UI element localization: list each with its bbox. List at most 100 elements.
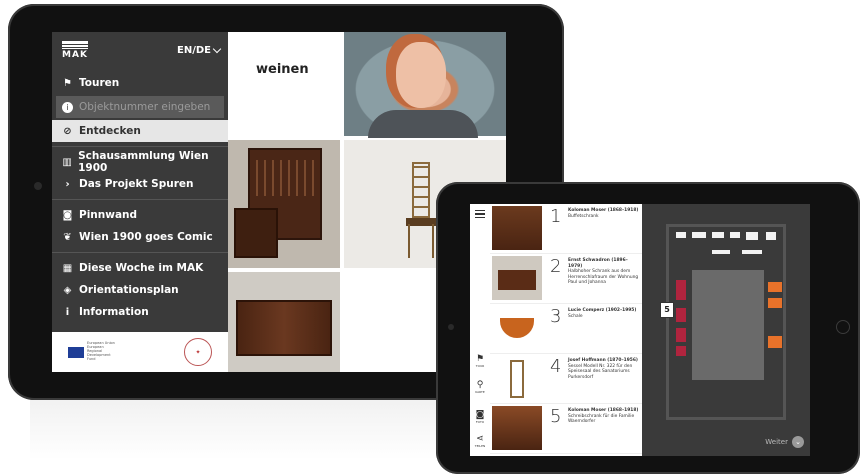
next-label: Weiter xyxy=(765,438,788,446)
room-highlight-orange xyxy=(768,298,782,308)
portrait-sweater xyxy=(368,110,478,138)
stop-desc: Halbhoher Schrank aus dem Herrenschlafra… xyxy=(568,269,639,286)
tablet-landscape-front: ⚑ TOUR ⚲ KARTE ◙ FOTO ⋖ TEILEN 1 Koloman… xyxy=(436,182,860,474)
rail-map-button[interactable]: ⚲ KARTE xyxy=(472,380,488,394)
room xyxy=(712,232,724,238)
nav-item-orientationsplan[interactable]: ◈ Orientationsplan xyxy=(52,279,228,301)
tour-stop[interactable]: 3 Lucie Comperz (1902–1995) Schale xyxy=(490,304,642,354)
pin-icon: ⚲ xyxy=(476,380,484,390)
next-button[interactable]: Weiter ⌄ xyxy=(765,436,804,448)
rail-photo-button[interactable]: ◙ FOTO xyxy=(472,410,488,424)
stop-number: 3 xyxy=(550,306,562,327)
sideboard-shape xyxy=(236,300,332,356)
camera-icon: ◙ xyxy=(475,410,485,420)
atrium xyxy=(692,270,764,380)
discover-headline: weinen xyxy=(256,62,309,77)
stop-title: Ernst Schwadron (1896–1979) xyxy=(568,258,628,269)
stop-text: Koloman Moser (1868–1918) Buffetschrank xyxy=(568,208,640,219)
object-number-input[interactable]: i Objektnummer eingeben xyxy=(56,96,224,118)
nav-item-label: Diese Woche im MAK xyxy=(79,262,204,274)
nav-group-collection: ▥ Schausammlung Wien 1900 › Das Projekt … xyxy=(52,147,228,200)
nav-item-comic[interactable]: ❦ Wien 1900 goes Comic xyxy=(52,226,228,248)
room xyxy=(730,232,740,238)
room xyxy=(746,232,758,240)
nav-item-label: Orientationsplan xyxy=(79,284,179,296)
room xyxy=(692,232,706,238)
stop-thumbnail xyxy=(492,306,542,350)
floor-plan-map[interactable]: 5 Weiter ⌄ xyxy=(642,204,810,456)
rail-label: TOUR xyxy=(475,364,485,368)
flag-icon: ⚑ xyxy=(475,354,485,364)
stop-number: 1 xyxy=(550,206,562,227)
mak-logo[interactable]: MAK xyxy=(62,40,88,60)
stop-desc: Schreibschrank für die Familie Waerndorf… xyxy=(568,413,635,425)
mak-logo-text: MAK xyxy=(62,47,88,60)
nav-item-projekt-spuren[interactable]: › Das Projekt Spuren xyxy=(52,173,228,195)
tour-stop[interactable]: 1 Koloman Moser (1868–1918) Buffetschrank xyxy=(490,204,642,254)
stop-text: Lucie Comperz (1902–1995) Schale xyxy=(568,308,640,319)
nav-item-diese-woche[interactable]: ▦ Diese Woche im MAK xyxy=(52,257,228,279)
nav-group-info: ▦ Diese Woche im MAK ◈ Orientationsplan … xyxy=(52,253,228,327)
tour-stop[interactable]: 4 Josef Hoffmann (1870–1956) Sessel Model… xyxy=(490,354,642,404)
room-highlight-red xyxy=(676,328,686,342)
stop-desc: Buffetschrank xyxy=(568,213,599,219)
nav-group-social: ◙ Pinnwand ❦ Wien 1900 goes Comic xyxy=(52,200,228,253)
layers-icon: ◈ xyxy=(63,284,72,296)
portrait-image[interactable] xyxy=(344,32,506,138)
stop-thumbnail xyxy=(492,206,542,250)
room-highlight-orange xyxy=(768,336,782,348)
nav-item-label: Schausammlung Wien 1900 xyxy=(78,150,209,174)
info-icon: i xyxy=(65,306,70,318)
room-highlight-orange xyxy=(768,282,782,292)
nav-item-label: Entdecken xyxy=(79,125,141,137)
rail-share-button[interactable]: ⋖ TEILEN xyxy=(472,434,488,448)
language-switcher[interactable]: EN/DE xyxy=(177,44,222,56)
room-highlight-red xyxy=(676,280,686,300)
stop-text: Josef Hoffmann (1870–1956) Sessel Modell … xyxy=(568,358,640,380)
info-circle-icon: i xyxy=(62,101,73,113)
room xyxy=(742,250,762,254)
nav-item-label: Pinnwand xyxy=(79,209,138,221)
bird-icon: ❦ xyxy=(63,231,72,243)
chevron-right-icon: › xyxy=(65,178,70,190)
eu-fund-text: European Union European Regional Develop… xyxy=(87,341,115,361)
portrait-face xyxy=(396,42,446,108)
chevron-down-icon: ⌄ xyxy=(792,436,804,448)
language-label: EN/DE xyxy=(177,44,211,56)
stop-number: 2 xyxy=(550,256,562,277)
stop-desc: Schale xyxy=(568,313,583,319)
stop-number: 4 xyxy=(550,356,562,377)
sideboard-image[interactable] xyxy=(228,272,340,372)
nav-item-information[interactable]: i Information xyxy=(52,301,228,323)
cabinet-image[interactable] xyxy=(228,140,340,268)
camera-icon: ◙ xyxy=(62,209,73,221)
rail-label: FOTO xyxy=(475,420,485,424)
nav-item-pinnwand[interactable]: ◙ Pinnwand xyxy=(52,204,228,226)
nav-item-touren[interactable]: ⚑ Touren xyxy=(52,72,228,94)
stop-desc: Sessel Modell Nr. 322 für den Speisesaal… xyxy=(568,363,633,380)
tour-stop[interactable]: 2 Ernst Schwadron (1896–1979) Halbhoher S… xyxy=(490,254,642,304)
room xyxy=(766,232,776,240)
map-marker[interactable]: 5 xyxy=(660,302,674,318)
sidebar-header: MAK EN/DE xyxy=(52,32,228,68)
tablet-camera xyxy=(448,324,454,330)
room-highlight-red xyxy=(676,308,686,322)
nav-item-entdecken[interactable]: ⊘ Entdecken xyxy=(52,120,228,142)
nav-item-schausammlung[interactable]: ▥ Schausammlung Wien 1900 xyxy=(52,150,228,174)
armchair-shape xyxy=(234,208,278,258)
nav-item-label: Touren xyxy=(79,77,120,89)
tour-screen: ⚑ TOUR ⚲ KARTE ◙ FOTO ⋖ TEILEN 1 Koloman… xyxy=(470,204,810,456)
stop-thumbnail xyxy=(492,256,542,300)
stop-text: Koloman Moser (1868–1918) Schreibschrank … xyxy=(568,408,640,425)
calendar-icon: ▦ xyxy=(62,262,73,274)
tour-stop[interactable]: 5 Koloman Moser (1868–1918) Schreibschran… xyxy=(490,404,642,454)
nav-group-primary: ⚑ Touren i Objektnummer eingeben ⊘ Entde… xyxy=(52,68,228,147)
room xyxy=(676,232,686,238)
rail-tour-button[interactable]: ⚑ TOUR xyxy=(472,354,488,368)
stop-number: 5 xyxy=(550,406,562,427)
tablet-home-button xyxy=(836,320,850,334)
nav-item-label: Das Projekt Spuren xyxy=(79,178,194,190)
room xyxy=(712,250,730,254)
promo-stage: MAK EN/DE ⚑ Touren i Objektnummer eingeb… xyxy=(0,0,863,475)
hamburger-menu-icon[interactable] xyxy=(475,210,485,218)
